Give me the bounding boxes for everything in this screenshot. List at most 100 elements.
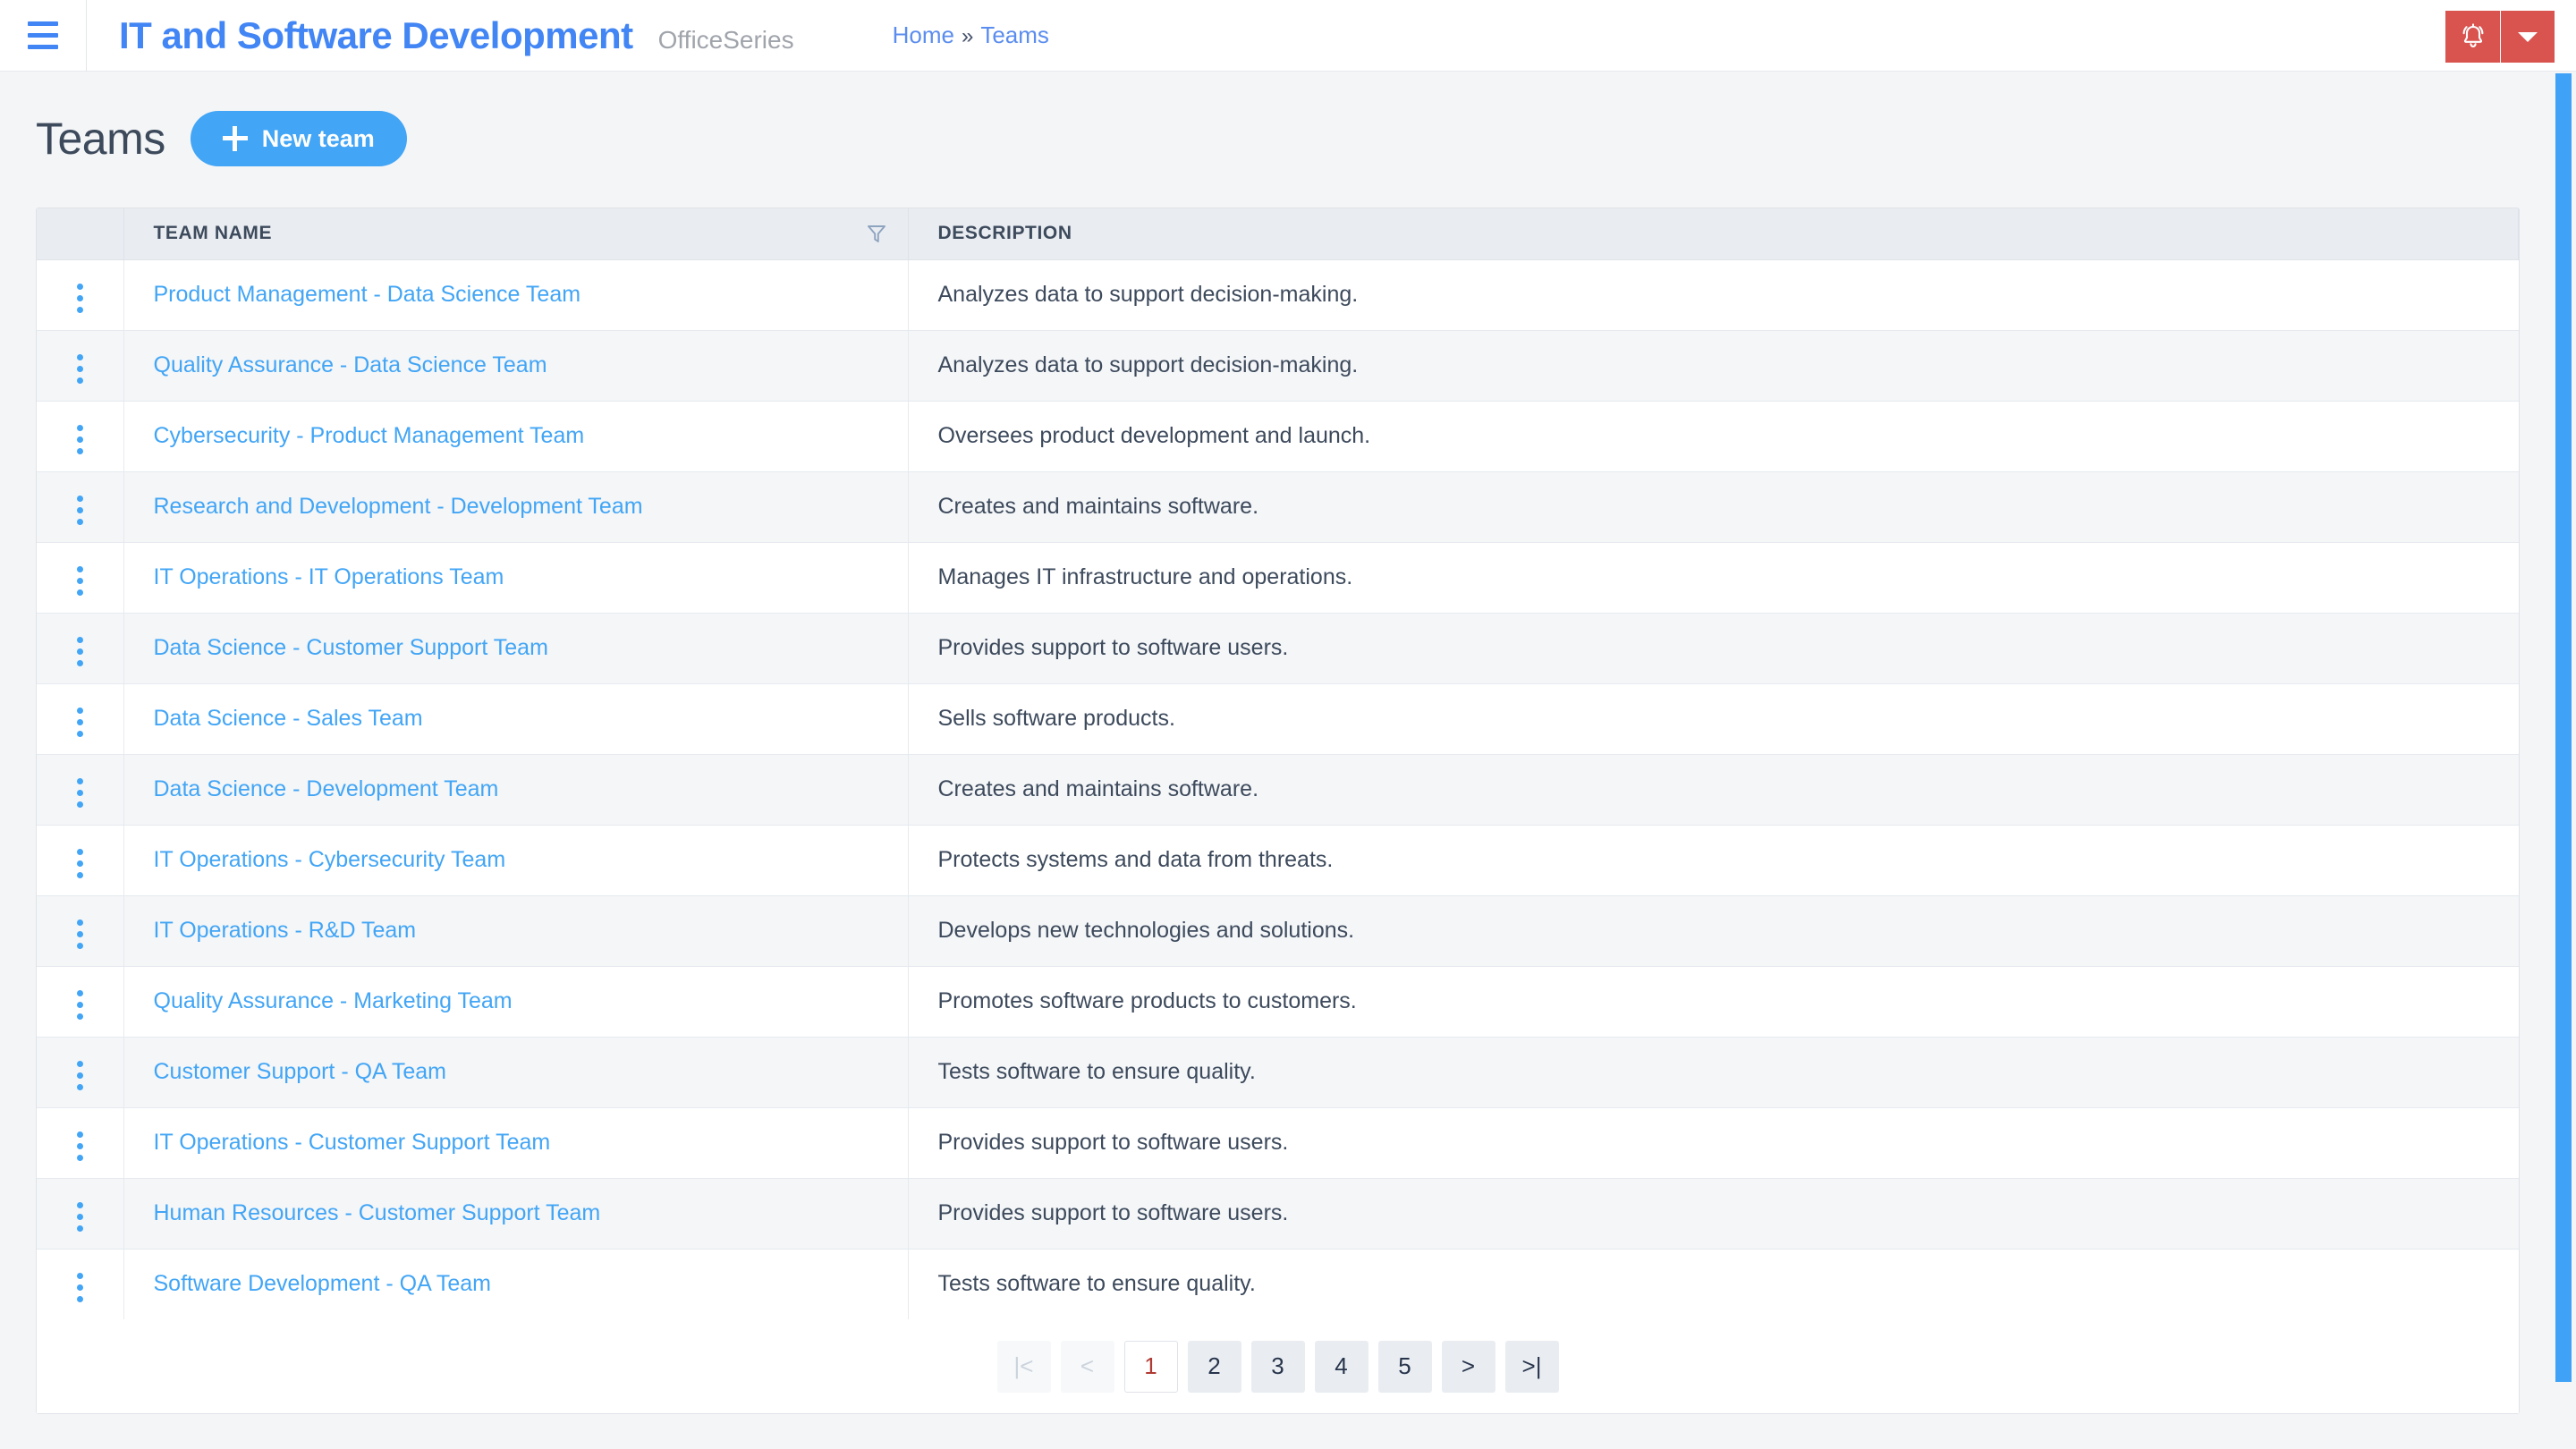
team-name-link[interactable]: IT Operations - IT Operations Team xyxy=(154,564,504,589)
team-name-link[interactable]: Cybersecurity - Product Management Team xyxy=(154,423,585,448)
kebab-menu-icon[interactable] xyxy=(63,1195,97,1239)
pagination-page-1[interactable]: 1 xyxy=(1123,1340,1178,1393)
row-actions-cell xyxy=(37,613,124,684)
kebab-dot xyxy=(76,659,83,666)
kebab-menu-icon[interactable] xyxy=(63,488,97,532)
pagination-first-icon: |< xyxy=(1013,1352,1034,1379)
breadcrumb: Home » Teams xyxy=(893,21,1049,49)
kebab-dot xyxy=(76,707,83,714)
page-scrollbar-thumb[interactable] xyxy=(2555,73,2572,1382)
table-row: Customer Support - QA Team Tests software… xyxy=(37,1037,2519,1108)
kebab-menu-icon[interactable] xyxy=(63,276,97,320)
notification-bell-button[interactable] xyxy=(2445,11,2501,63)
team-name-cell: Quality Assurance - Data Science Team xyxy=(123,330,909,402)
kebab-menu-icon[interactable] xyxy=(63,630,97,674)
team-name-cell: Quality Assurance - Marketing Team xyxy=(123,966,909,1038)
team-name-link[interactable]: Quality Assurance - Data Science Team xyxy=(154,352,547,377)
pagination-last-button[interactable]: >| xyxy=(1504,1340,1559,1393)
table-row: Data Science - Customer Support Team Prov… xyxy=(37,613,2519,684)
row-actions-cell xyxy=(37,895,124,967)
kebab-menu-icon[interactable] xyxy=(63,418,97,462)
kebab-menu-icon[interactable] xyxy=(63,1054,97,1097)
column-header-description[interactable]: DESCRIPTION xyxy=(908,208,2519,260)
team-name-cell: Cybersecurity - Product Management Team xyxy=(123,401,909,472)
team-name-link[interactable]: IT Operations - Customer Support Team xyxy=(154,1130,551,1155)
bell-icon xyxy=(2460,21,2487,53)
team-description-cell: Sells software products. xyxy=(908,683,2519,755)
pagination-page-label: 1 xyxy=(1144,1352,1157,1379)
team-name-cell: Research and Development - Development T… xyxy=(123,471,909,543)
kebab-menu-icon[interactable] xyxy=(63,771,97,815)
team-name-link[interactable]: Data Science - Development Team xyxy=(154,776,499,801)
kebab-menu-icon[interactable] xyxy=(63,559,97,603)
column-header-team-name[interactable]: TEAM NAME xyxy=(123,208,909,260)
kebab-dot xyxy=(76,424,83,431)
table-row: IT Operations - Customer Support Team Pro… xyxy=(37,1107,2519,1179)
team-name-cell: Software Development - QA Team xyxy=(123,1249,909,1319)
pagination-next-button[interactable]: > xyxy=(1441,1340,1496,1393)
team-name-cell: Human Resources - Customer Support Team xyxy=(123,1178,909,1250)
kebab-dot xyxy=(76,1142,83,1149)
team-name-cell: Data Science - Sales Team xyxy=(123,683,909,755)
kebab-dot xyxy=(76,789,83,796)
hamburger-menu-icon[interactable] xyxy=(0,0,86,72)
breadcrumb-link-home[interactable]: Home xyxy=(893,21,954,49)
pagination-page-5[interactable]: 5 xyxy=(1377,1340,1432,1393)
pagination-next-icon: > xyxy=(1461,1352,1476,1379)
kebab-dot xyxy=(76,1072,83,1079)
pagination-page-3[interactable]: 3 xyxy=(1250,1340,1305,1393)
row-actions-cell xyxy=(37,542,124,614)
kebab-menu-icon[interactable] xyxy=(63,842,97,886)
kebab-dot xyxy=(76,848,83,855)
kebab-menu-icon[interactable] xyxy=(63,1266,97,1309)
team-name-link[interactable]: IT Operations - Cybersecurity Team xyxy=(154,847,506,872)
kebab-dot xyxy=(76,1213,83,1220)
team-name-cell: IT Operations - IT Operations Team xyxy=(123,542,909,614)
funnel-filter-icon[interactable] xyxy=(865,222,888,245)
team-name-link[interactable]: Quality Assurance - Marketing Team xyxy=(154,988,513,1013)
team-name-link[interactable]: Research and Development - Development T… xyxy=(154,494,643,519)
breadcrumb-link-teams[interactable]: Teams xyxy=(980,21,1049,49)
column-header-actions xyxy=(37,208,124,260)
team-name-link[interactable]: Data Science - Customer Support Team xyxy=(154,635,548,660)
pagination-page-4[interactable]: 4 xyxy=(1314,1340,1368,1393)
team-name-link[interactable]: IT Operations - R&D Team xyxy=(154,918,417,943)
kebab-dot xyxy=(76,718,83,725)
kebab-menu-icon[interactable] xyxy=(63,912,97,956)
table-row: Quality Assurance - Data Science Team Ana… xyxy=(37,330,2519,402)
team-name-link[interactable]: Software Development - QA Team xyxy=(154,1271,492,1296)
pagination-first-button[interactable]: |< xyxy=(996,1340,1051,1393)
kebab-dot xyxy=(76,447,83,454)
kebab-dot xyxy=(76,518,83,525)
team-name-link[interactable]: Data Science - Sales Team xyxy=(154,706,423,731)
kebab-dot xyxy=(76,1154,83,1161)
kebab-menu-icon[interactable] xyxy=(63,1124,97,1168)
pagination-prev-button[interactable]: < xyxy=(1060,1340,1114,1393)
hamburger-bar xyxy=(28,33,58,38)
kebab-dot xyxy=(76,294,83,301)
kebab-dot xyxy=(76,577,83,584)
kebab-dot xyxy=(76,1131,83,1138)
team-name-link[interactable]: Human Resources - Customer Support Team xyxy=(154,1200,601,1225)
kebab-dot xyxy=(76,365,83,372)
new-team-button[interactable]: New team xyxy=(190,111,407,166)
kebab-dot xyxy=(76,942,83,949)
hamburger-bar xyxy=(28,21,58,26)
kebab-dot xyxy=(76,1201,83,1208)
pagination-page-2[interactable]: 2 xyxy=(1187,1340,1241,1393)
teams-table-card: TEAM NAME DESCRIPTION Product Management… xyxy=(36,208,2520,1414)
team-name-link[interactable]: Product Management - Data Science Team xyxy=(154,282,581,307)
table-row: Data Science - Development Team Creates a… xyxy=(37,754,2519,826)
brand-block: IT and Software Development OfficeSeries xyxy=(87,14,794,57)
team-name-link[interactable]: Customer Support - QA Team xyxy=(154,1059,446,1084)
app-title: IT and Software Development xyxy=(119,13,633,56)
page-header: Teams New team xyxy=(0,72,2576,166)
kebab-menu-icon[interactable] xyxy=(63,983,97,1027)
kebab-menu-icon[interactable] xyxy=(63,347,97,391)
kebab-dot xyxy=(76,777,83,784)
notification-dropdown-button[interactable] xyxy=(2501,11,2555,63)
kebab-dot xyxy=(76,495,83,502)
team-description-cell: Promotes software products to customers. xyxy=(908,966,2519,1038)
kebab-menu-icon[interactable] xyxy=(63,700,97,744)
header-actions xyxy=(2445,11,2555,63)
